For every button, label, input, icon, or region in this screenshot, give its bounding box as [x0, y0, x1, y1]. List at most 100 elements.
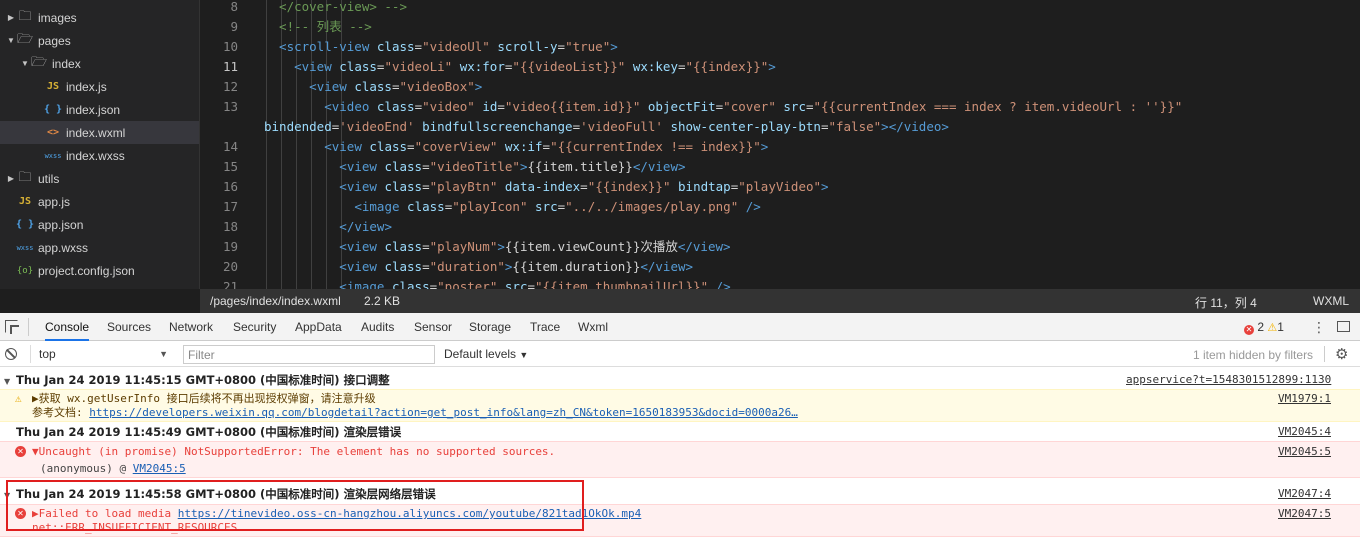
tab-console[interactable]: Console [45, 313, 90, 341]
group-title: Thu Jan 24 2019 11:45:58 GMT+0800 (中国标准时… [16, 487, 436, 501]
warning-text[interactable]: ▶获取 wx.getUserInfo 接口后续将不再出现授权弹窗，请注意升级 [32, 392, 376, 406]
more-options-icon[interactable]: ⋮ [1312, 319, 1326, 336]
gear-icon[interactable]: ⚙ [1335, 345, 1348, 363]
error-icon: ✕ [15, 508, 26, 519]
chevron-right-icon: ▶ [7, 174, 15, 183]
code-line[interactable]: 15 <view class="videoTitle">{{item.title}… [200, 157, 1360, 177]
code-text: <image class="poster" src="{{item.thumbn… [339, 277, 730, 289]
file-tree-item[interactable]: { } app.json [0, 213, 199, 236]
file-tree-item[interactable]: ▼ 🗁 index [0, 52, 199, 75]
code-line[interactable]: 10 <scroll-view class="videoUl" scroll-y=… [200, 37, 1360, 57]
code-line[interactable]: 8 </cover-view> --> [200, 0, 1360, 17]
file-tree-label: images [38, 10, 77, 25]
tab-separator [28, 318, 29, 336]
code-line[interactable]: 18 </view> [200, 217, 1360, 237]
tab-sensor[interactable]: Sensor [414, 313, 452, 341]
chevron-down-icon: ▼ [7, 36, 15, 45]
code-line[interactable]: 20 <view class="duration">{{item.duration… [200, 257, 1360, 277]
code-editor[interactable]: 8 </cover-view> --> 9 <!-- 列表 --> 10 <scroll-… [200, 0, 1360, 289]
devtools-tab-bar: Console Sources Network Security AppData Audi… [0, 313, 1360, 341]
tab-appdata[interactable]: AppData [295, 313, 342, 341]
tab-audits[interactable]: Audits [361, 313, 394, 341]
source-link[interactable]: appservice?t=1548301512899:1130 [1126, 371, 1331, 389]
code-line[interactable]: 9 <!-- 列表 --> [200, 17, 1360, 37]
file-tree-label: utils [38, 171, 60, 186]
media-link[interactable]: https://tinevideo.oss-cn-hangzhou.aliyun… [178, 507, 642, 520]
tab-sources[interactable]: Sources [107, 313, 151, 341]
file-tree-item[interactable]: ▼ 🗁 pages [0, 29, 199, 52]
code-text: <view class="videoTitle">{{item.title}}<… [339, 157, 685, 177]
file-tree-item[interactable]: {o} project.config.json [0, 259, 199, 282]
context-selector[interactable]: top ▼ [30, 345, 170, 363]
inspect-element-icon[interactable] [5, 320, 18, 333]
code-token: = [677, 59, 686, 74]
code-line[interactable]: 13 <video class="video" id="video{{item.i… [200, 97, 1360, 117]
error-text[interactable]: ▶Failed to load media https://tinevideo.… [32, 507, 641, 521]
code-line[interactable]: 19 <view class="playNum">{{item.viewCount… [200, 237, 1360, 257]
tab-storage[interactable]: Storage [469, 313, 511, 341]
source-link[interactable]: VM2045:4 [1278, 423, 1331, 441]
file-tree-item[interactable]: ▶ 🗀 utils [0, 167, 199, 190]
code-line[interactable]: bindended = 'videoEnd' bindfullscreenchang… [200, 117, 1360, 137]
error-text[interactable]: ▼Uncaught (in promise) NotSupportedError… [32, 445, 555, 459]
code-token: bindended [264, 119, 332, 134]
file-tree-item[interactable]: <> index.wxml [0, 121, 199, 144]
file-tree-item[interactable]: wxss index.wxss [0, 144, 199, 167]
file-tree-item[interactable]: JS index.js [0, 75, 199, 98]
code-token: = [557, 39, 566, 54]
file-tree-item[interactable]: wxss app.wxss [0, 236, 199, 259]
code-token: bindtap [678, 179, 731, 194]
hidden-items-note: 1 item hidden by filters [1193, 348, 1314, 362]
tab-network[interactable]: Network [169, 313, 213, 341]
filter-input[interactable] [183, 345, 435, 364]
devtools-panel: Console Sources Network Security AppData Audi… [0, 313, 1360, 547]
code-line[interactable]: 17 <image class="playIcon" src="../../ima… [200, 197, 1360, 217]
source-link[interactable]: VM2045:5 [1278, 445, 1331, 458]
error-message: ✕ ▼Uncaught (in promise) NotSupportedErr… [0, 441, 1360, 478]
code-line[interactable]: 21 <image class="poster" src="{{item.thum… [200, 277, 1360, 289]
code-line[interactable]: 12 <view class="videoBox"> [200, 77, 1360, 97]
file-size: 2.2 KB [364, 294, 401, 308]
line-number: 11 [222, 59, 238, 74]
file-tree-label: index.wxml [66, 125, 126, 140]
group-title: Thu Jan 24 2019 11:45:49 GMT+0800 (中国标准时… [16, 425, 402, 439]
code-token: <!-- 列表 --> [279, 19, 372, 34]
code-line[interactable]: 16 <view class="playBtn" data-index="{{in… [200, 177, 1360, 197]
cursor-position[interactable]: 行 11，列 4 [1195, 294, 1257, 311]
tab-security[interactable]: Security [233, 313, 276, 341]
stack-link[interactable]: VM2045:5 [133, 462, 186, 475]
log-levels-dropdown[interactable]: Default levels ▼ [444, 347, 528, 361]
file-tree-item[interactable]: ▶ 🗀 images [0, 6, 199, 29]
code-token: <view [339, 259, 385, 274]
tab-wxml[interactable]: Wxml [578, 313, 608, 341]
file-tree-item[interactable]: JS app.js [0, 190, 199, 213]
code-text: </view> [339, 217, 392, 237]
source-link[interactable]: VM2047:4 [1278, 485, 1331, 503]
code-text: bindended = 'videoEnd' bindfullscreenchang… [264, 117, 949, 137]
doc-link[interactable]: https://developers.weixin.qq.com/blogdet… [89, 406, 798, 419]
code-line[interactable]: 11 <view class="videoLi" wx:for="{{videoL… [200, 57, 1360, 77]
language-mode[interactable]: WXML [1313, 294, 1349, 308]
console-group-header[interactable]: ▼ Thu Jan 24 2019 11:45:58 GMT+0800 (中国标准… [0, 485, 1360, 503]
file-tree-item[interactable]: { } index.json [0, 98, 199, 121]
console-group-header[interactable]: ▼ Thu Jan 24 2019 11:45:15 GMT+0800 (中国标准… [0, 371, 1360, 389]
source-link[interactable]: VM1979:1 [1278, 392, 1331, 405]
file-tree-label: app.js [38, 194, 71, 209]
clear-console-icon[interactable] [5, 348, 17, 360]
code-token: "{{currentIndex === index ? item.videoUr… [813, 99, 1183, 114]
error-code: net::ERR_INSUFFICIENT_RESOURCES [32, 521, 238, 534]
issue-counts[interactable]: ✕ 2 ⚠1 [1244, 320, 1284, 335]
tab-trace[interactable]: Trace [530, 313, 560, 341]
code-text: <view class="playBtn" data-index="{{inde… [339, 177, 828, 197]
undock-icon[interactable] [1337, 321, 1350, 332]
code-token: bindfullscreenchange [422, 119, 573, 134]
code-token: "videoLi" [384, 59, 453, 74]
console-group-header[interactable]: Thu Jan 24 2019 11:45:49 GMT+0800 (中国标准时… [0, 423, 1360, 441]
file-tree-label: index.wxss [66, 148, 125, 163]
code-line[interactable]: 14 <view class="coverView" wx:if="{{curre… [200, 137, 1360, 157]
source-link[interactable]: VM2047:5 [1278, 507, 1331, 520]
code-token: {{item.viewCount}}次播放 [504, 239, 678, 254]
